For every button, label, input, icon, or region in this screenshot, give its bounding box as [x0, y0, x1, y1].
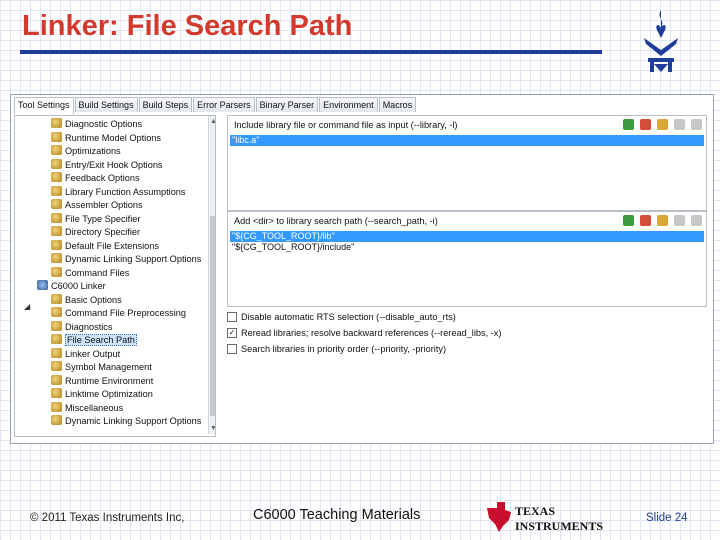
tree-item[interactable]: Runtime Model Options [51, 131, 161, 145]
tree-item[interactable]: Command File Preprocessing [51, 307, 186, 320]
list-item[interactable]: "${CG_TOOL_ROOT}/lib" [230, 231, 704, 242]
library-list: "libc.a" [230, 135, 704, 146]
edit-icon[interactable] [657, 119, 668, 130]
tree-item[interactable]: Entry/Exit Hook Options [51, 158, 163, 172]
ti-logo-text-1: TEXAS [515, 504, 555, 518]
add-icon[interactable] [623, 119, 634, 130]
search-path-panel: Add <dir> to library search path (--sear… [227, 211, 707, 307]
reread-libs-checkbox[interactable]: ✓ Reread libraries; resolve backward refe… [227, 325, 501, 341]
settings-icon [51, 361, 62, 371]
scroll-down-icon[interactable]: ▼ [210, 425, 215, 432]
tree-item[interactable]: Linktime Optimization [51, 388, 153, 401]
tree-scrollbar[interactable]: ▲ ▼ [208, 116, 215, 434]
footer-course-title: C6000 Teaching Materials [253, 507, 421, 523]
settings-icon [51, 347, 62, 358]
tree-item[interactable]: Basic Options [51, 293, 122, 307]
settings-icon [51, 226, 62, 236]
settings-icon [51, 158, 62, 169]
settings-icon [51, 374, 62, 385]
texas-state-icon [487, 502, 511, 532]
tree-item[interactable]: Symbol Management [51, 361, 152, 374]
settings-icon [51, 145, 62, 155]
tab-build-settings[interactable]: Build Settings [74, 97, 138, 112]
library-toolbar [623, 119, 702, 130]
search-path-list: "${CG_TOOL_ROOT}/lib" "${CG_TOOL_ROOT}/i… [230, 231, 704, 253]
checkbox-box[interactable] [227, 312, 237, 322]
move-up-icon[interactable] [674, 119, 685, 130]
settings-tree: ◢ Diagnostic Options Runtime Model Optio… [14, 115, 216, 437]
university-logo-icon [644, 10, 678, 72]
tab-tool-settings[interactable]: Tool Settings [14, 97, 74, 114]
settings-icon [51, 266, 62, 277]
move-down-icon[interactable] [691, 215, 702, 226]
tree-item[interactable]: Linker Output [51, 347, 120, 361]
checkmark-icon[interactable]: ✓ [227, 328, 237, 338]
slide-title: Linker: File Search Path [22, 10, 353, 42]
checkbox-box[interactable] [227, 344, 237, 354]
tree-item[interactable]: Miscellaneous [51, 401, 123, 415]
move-down-icon[interactable] [691, 119, 702, 130]
tree-item[interactable]: Default File Extensions [51, 239, 159, 253]
settings-icon [51, 401, 62, 412]
add-icon[interactable] [623, 215, 634, 226]
priority-checkbox[interactable]: Search libraries in priority order (--pr… [227, 341, 501, 357]
tree-item[interactable]: File Type Specifier [51, 212, 140, 226]
scroll-up-icon[interactable]: ▲ [210, 118, 215, 125]
tree-item[interactable]: Feedback Options [51, 172, 140, 185]
tree-item[interactable]: Dynamic Linking Support Options [51, 415, 201, 428]
settings-icon [51, 293, 62, 304]
settings-icon [51, 334, 62, 344]
settings-icon [51, 415, 62, 425]
delete-icon[interactable] [640, 215, 651, 226]
tree-item[interactable]: Dynamic Linking Support Options [51, 253, 201, 266]
settings-icon [51, 118, 62, 128]
edit-icon[interactable] [657, 215, 668, 226]
tree-item[interactable]: Command Files [51, 266, 129, 280]
tree-item[interactable]: Diagnostics [51, 320, 113, 334]
tree-item[interactable]: Runtime Environment [51, 374, 153, 388]
settings-icon [51, 239, 62, 250]
tree-item-file-search-path[interactable]: File Search Path [51, 334, 137, 347]
tree-item[interactable]: Directory Specifier [51, 226, 140, 239]
settings-icon [51, 199, 62, 209]
tree-item[interactable]: Diagnostic Options [51, 118, 142, 131]
settings-icon [51, 172, 62, 182]
ti-logo-text-2: INSTRUMENTS [515, 519, 603, 533]
tab-binary-parser[interactable]: Binary Parser [255, 97, 319, 112]
collapse-arrow-icon[interactable]: ◢ [24, 302, 32, 311]
disable-auto-rts-checkbox[interactable]: Disable automatic RTS selection (--disab… [227, 309, 501, 325]
settings-icon [51, 307, 62, 317]
move-up-icon[interactable] [674, 215, 685, 226]
tree-item-c6000-linker[interactable]: C6000 Linker [37, 280, 106, 293]
settings-tab-bar: Tool Settings Build Settings Build Steps… [14, 97, 417, 114]
settings-icon [51, 253, 62, 263]
tab-error-parsers[interactable]: Error Parsers [193, 97, 255, 112]
library-input-label: Include library file or command file as … [234, 120, 458, 130]
tab-environment[interactable]: Environment [319, 97, 378, 112]
settings-icon [51, 388, 62, 398]
tree-item[interactable]: Optimizations [51, 145, 121, 158]
search-path-toolbar [623, 215, 702, 226]
settings-icon [51, 131, 62, 142]
tool-icon [37, 280, 48, 290]
tree-item[interactable]: Library Function Assumptions [51, 185, 186, 199]
tree-item[interactable]: Assembler Options [51, 199, 143, 212]
properties-dialog: Tool Settings Build Settings Build Steps… [10, 94, 714, 444]
delete-icon[interactable] [640, 119, 651, 130]
tab-build-steps[interactable]: Build Steps [138, 97, 193, 112]
search-path-label: Add <dir> to library search path (--sear… [234, 216, 438, 226]
settings-icon [51, 185, 62, 196]
linker-options: Disable automatic RTS selection (--disab… [227, 309, 501, 357]
library-input-panel: Include library file or command file as … [227, 115, 707, 211]
texas-instruments-logo: TEXAS INSTRUMENTS [487, 502, 603, 533]
settings-icon [51, 212, 62, 223]
title-rule [20, 50, 602, 54]
scroll-thumb[interactable] [210, 216, 215, 416]
tab-macros[interactable]: Macros [378, 97, 417, 112]
settings-icon [51, 320, 62, 331]
list-item[interactable]: "libc.a" [230, 135, 704, 146]
copyright-text: © 2011 Texas Instruments Inc, [30, 512, 185, 524]
slide-number: Slide 24 [646, 512, 688, 524]
list-item[interactable]: "${CG_TOOL_ROOT}/include" [230, 242, 704, 253]
